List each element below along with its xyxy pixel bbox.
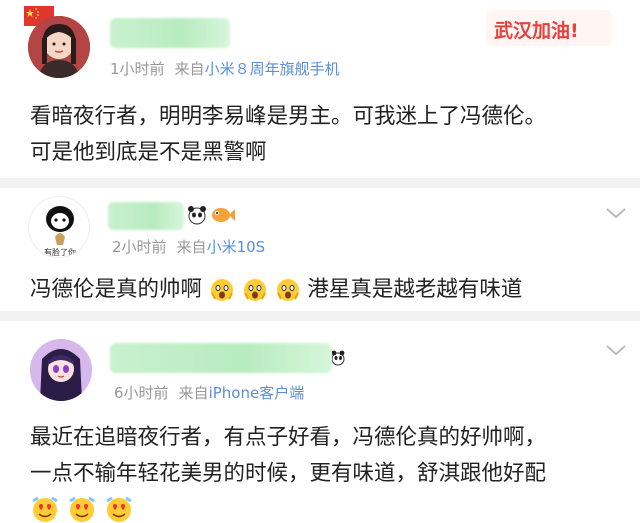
comment-text-part: 港星真是越老越有味道 [307, 277, 523, 302]
post-meta: 2小时前 来自小米10S [112, 236, 265, 257]
post-time: 6小时前 [114, 384, 169, 402]
svg-text:武汉加油!: 武汉加油! [494, 20, 579, 42]
comment-text: 冯德伦是真的帅啊 港星真是越老越有味道 [30, 272, 522, 308]
username-redacted[interactable] [108, 202, 184, 230]
chevron-down-icon[interactable] [605, 343, 627, 357]
comment-item: 6小时前 来自iPhone客户端 最近在追暗夜行者，有点子好看，冯德伦真的好帅啊，… [0, 321, 640, 523]
comment-line: 看暗夜行者，明明李易峰是男主。可我迷上了冯德伦。 [30, 104, 547, 129]
scared-face-emoji-icon [243, 279, 266, 301]
comment-line: 可是他到底是不是黑警啊 [30, 140, 267, 165]
divider [0, 178, 640, 188]
panda-emoji-icon [332, 350, 345, 366]
comment-text-part: 冯德伦是真的帅啊 [30, 277, 203, 302]
post-meta: 6小时前 来自iPhone客户端 [114, 382, 304, 403]
source-link[interactable]: 小米８周年旗舰手机 [205, 60, 340, 78]
post-time: 2小时前 [112, 238, 167, 256]
post-time: 1小时前 [110, 60, 165, 78]
source-prefix: 来自 [176, 238, 207, 256]
comment-item: 有脸了你 2小时前 来自小米10S 冯德伦是真的帅啊 港星真是越老越有味道 [0, 188, 640, 311]
chevron-down-icon[interactable] [605, 206, 627, 220]
scared-face-emoji-icon [276, 279, 299, 301]
source-link[interactable]: 小米10S [207, 238, 266, 256]
source-link[interactable]: iPhone客户端 [209, 384, 305, 402]
source-prefix: 来自 [174, 60, 205, 78]
heart-eyes-emoji-icon [32, 496, 58, 522]
source-prefix: 来自 [178, 384, 209, 402]
avatar[interactable]: 有脸了你 [28, 196, 90, 258]
svg-text:有脸了你: 有脸了你 [44, 247, 76, 257]
divider [0, 311, 640, 321]
emoji-row [30, 492, 546, 523]
heart-eyes-emoji-icon [69, 496, 95, 522]
wuhan-jiayou-badge: 武汉加油! [486, 10, 612, 46]
avatar[interactable] [30, 339, 92, 401]
comment-line: 一点不输年轻花美男的时候，更有味道，舒淇跟他好配 [30, 461, 547, 486]
panda-emoji-icon [188, 206, 206, 225]
comment-text: 看暗夜行者，明明李易峰是男主。可我迷上了冯德伦。 可是他到底是不是黑警啊 [30, 99, 546, 171]
fish-emoji-icon [212, 208, 235, 222]
comment-item: 武汉加油! 1小时前 来自小米８周年旗舰手机 看暗夜行者，明明李易峰是男主。可我迷… [0, 0, 640, 178]
username-redacted[interactable] [110, 343, 332, 373]
avatar[interactable] [28, 16, 90, 78]
comment-line: 最近在追暗夜行者，有点子好看，冯德伦真的好帅啊， [30, 425, 547, 450]
heart-eyes-emoji-icon [105, 496, 132, 522]
post-meta: 1小时前 来自小米８周年旗舰手机 [110, 58, 340, 79]
username-redacted[interactable] [110, 18, 230, 48]
comment-text: 最近在追暗夜行者，有点子好看，冯德伦真的好帅啊， 一点不输年轻花美男的时候，更有… [30, 420, 546, 523]
scared-face-emoji-icon [210, 279, 233, 301]
